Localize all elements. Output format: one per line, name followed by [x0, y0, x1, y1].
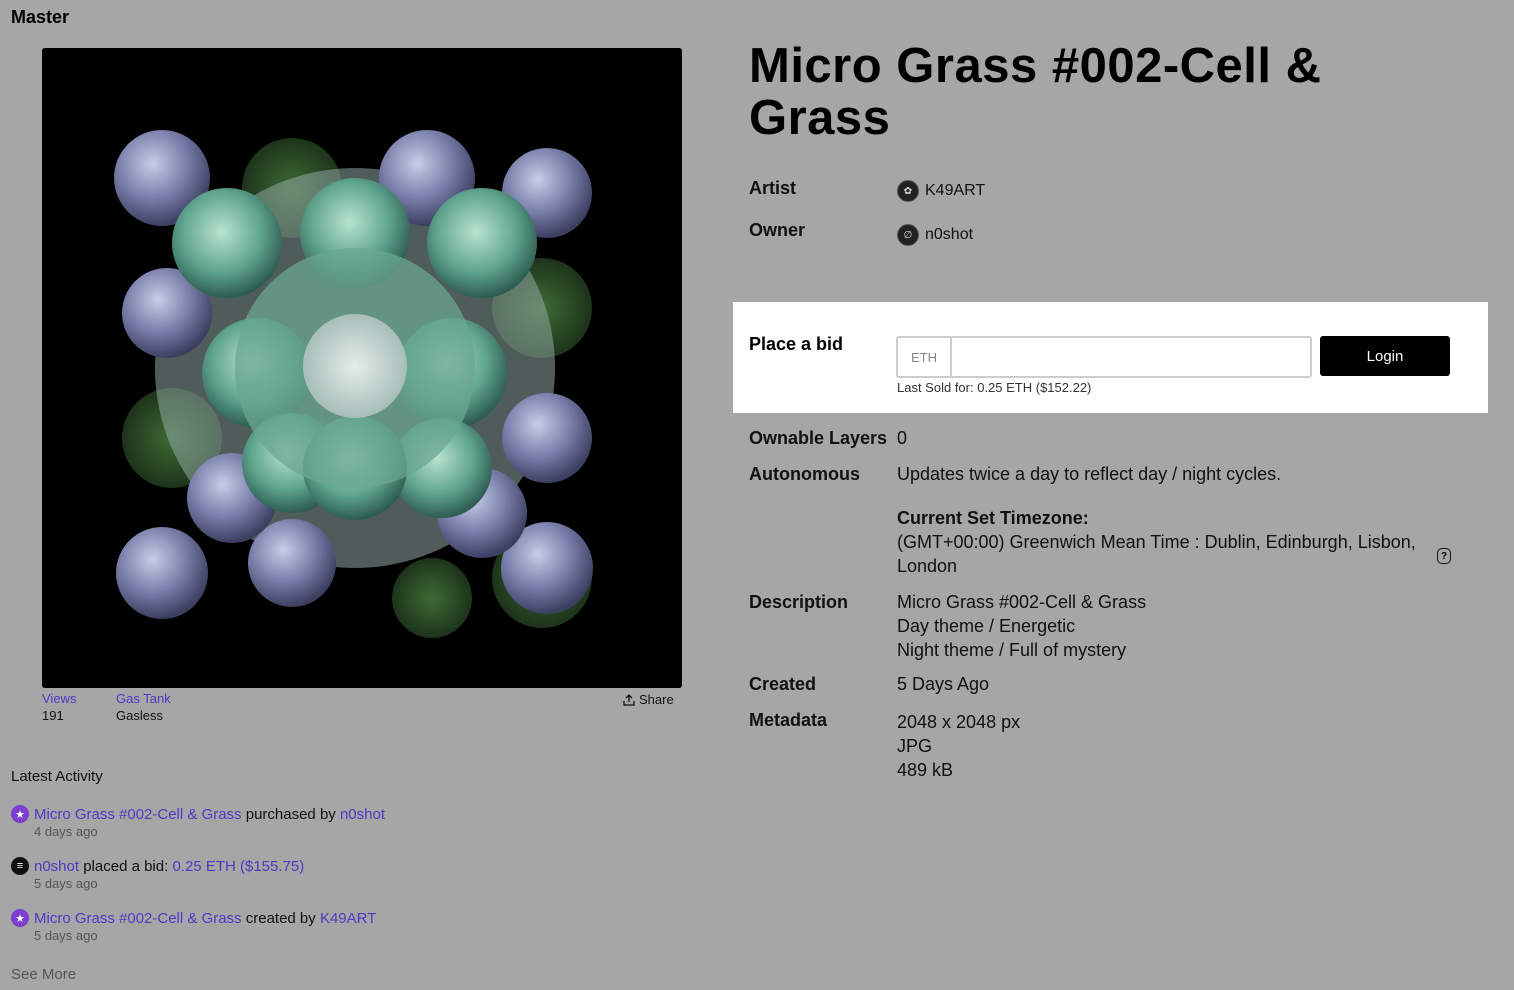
gas-tank-value: Gasless: [116, 708, 163, 723]
activity-subject-link[interactable]: Micro Grass #002-Cell & Grass: [34, 910, 242, 927]
artist-label: Artist: [749, 178, 797, 198]
timezone-line: London: [897, 556, 958, 576]
owner-name: n0shot: [925, 226, 974, 243]
description-line: Night theme / Full of mystery: [897, 640, 1127, 660]
created-value: 5 Days Ago: [897, 674, 990, 694]
activity-subject-link[interactable]: n0shot: [34, 858, 79, 875]
activity-subject-link[interactable]: Micro Grass #002-Cell & Grass: [34, 806, 242, 823]
description-value: Micro Grass #002-Cell & Grass Day theme …: [897, 590, 1146, 662]
activity-object-link[interactable]: n0shot: [340, 806, 385, 823]
description-line: Micro Grass #002-Cell & Grass: [897, 592, 1147, 612]
see-more-link[interactable]: See More: [11, 966, 76, 983]
views-value: 191: [42, 708, 64, 723]
activity-time: 5 days ago: [34, 876, 98, 891]
master-label: Master: [11, 7, 70, 27]
metadata-value: 2048 x 2048 px JPG 489 kB: [897, 710, 1020, 782]
star-icon: ★: [11, 805, 29, 823]
gas-tank-label[interactable]: Gas Tank: [116, 691, 171, 706]
autonomous-label: Autonomous: [749, 464, 860, 484]
login-button[interactable]: Login: [1320, 336, 1450, 376]
gas-tank-stat: Gas Tank Gasless: [116, 691, 171, 723]
artist-link[interactable]: ✿ K49ART: [897, 180, 985, 202]
metadata-line: 2048 x 2048 px: [897, 712, 1021, 732]
views-stat: Views 191: [42, 691, 76, 723]
bid-amount-input[interactable]: [952, 338, 1310, 376]
activity-object-link[interactable]: K49ART: [320, 910, 376, 927]
avatar: ∅: [897, 224, 919, 246]
share-label: Share: [639, 692, 674, 707]
activity-object-link[interactable]: 0.25 ETH ($155.75): [172, 858, 304, 875]
metadata-line: 489 kB: [897, 760, 954, 780]
autonomous-value: Updates twice a day to reflect day / nig…: [897, 464, 1282, 484]
ownable-layers-label: Ownable Layers: [749, 428, 888, 448]
timezone-label: Current Set Timezone:: [897, 508, 1089, 528]
metadata-line: JPG: [897, 736, 933, 756]
share-button[interactable]: Share: [623, 692, 674, 707]
bid-input-group: ETH: [896, 336, 1312, 378]
artwork-image[interactable]: [42, 48, 682, 688]
activity-verb: created by: [241, 909, 320, 927]
views-label: Views: [42, 691, 77, 706]
artist-name: K49ART: [925, 182, 986, 199]
description-label: Description: [749, 592, 849, 612]
timezone-value: (GMT+00:00) Greenwich Mean Time : Dublin…: [897, 530, 1416, 578]
owner-label: Owner: [749, 220, 806, 240]
star-icon: ★: [11, 909, 29, 927]
latest-activity-title: Latest Activity: [11, 768, 103, 785]
bid-panel: Place a bid ETH Login Last Sold for: 0.2…: [733, 302, 1488, 413]
activity-item: ≡ n0shot placed a bid: 0.25 ETH ($155.75…: [11, 857, 304, 891]
metadata-label: Metadata: [749, 710, 828, 730]
last-sold-text: Last Sold for: 0.25 ETH ($152.22): [897, 380, 1092, 395]
activity-verb: purchased by: [241, 805, 340, 823]
ownable-layers-value: 0: [897, 428, 908, 448]
help-icon[interactable]: ?: [1437, 548, 1451, 564]
place-bid-label: Place a bid: [749, 334, 844, 354]
activity-item: ★ Micro Grass #002-Cell & Grass purchase…: [11, 805, 385, 839]
activity-verb: placed a bid:: [79, 857, 173, 875]
activity-time: 5 days ago: [34, 928, 98, 943]
bid-icon: ≡: [11, 857, 29, 875]
page-title: Micro Grass #002-Cell & Grass: [749, 39, 1322, 145]
currency-label: ETH: [898, 338, 952, 376]
timezone-line: (GMT+00:00) Greenwich Mean Time : Dublin…: [897, 532, 1416, 552]
activity-time: 4 days ago: [34, 824, 98, 839]
created-label: Created: [749, 674, 817, 694]
avatar: ✿: [897, 180, 919, 202]
activity-item: ★ Micro Grass #002-Cell & Grass created …: [11, 909, 376, 943]
description-line: Day theme / Energetic: [897, 616, 1076, 636]
share-icon: [623, 693, 635, 706]
owner-link[interactable]: ∅ n0shot: [897, 224, 973, 246]
